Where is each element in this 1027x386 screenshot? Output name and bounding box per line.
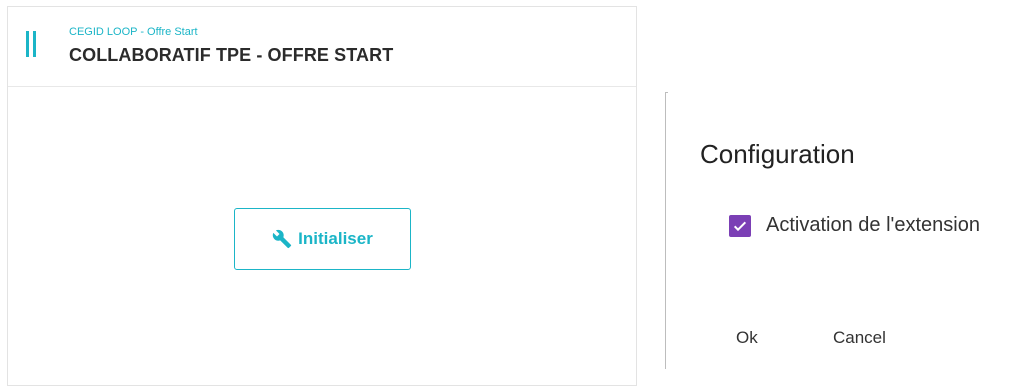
card-title: COLLABORATIF TPE - OFFRE START bbox=[69, 45, 394, 65]
app-card: CEGID LOOP - Offre Start COLLABORATIF TP… bbox=[7, 6, 637, 386]
extension-activation-label: Activation de l'extension bbox=[766, 214, 980, 236]
dialog-left-border bbox=[665, 92, 666, 369]
configuration-dialog: Configuration Activation de l'extension … bbox=[665, 92, 1027, 369]
initialiser-label: Initialiser bbox=[298, 229, 373, 248]
wrench-icon bbox=[272, 229, 292, 249]
dialog-top-corner bbox=[665, 92, 668, 93]
initialiser-button[interactable]: Initialiser bbox=[234, 208, 411, 270]
cancel-button[interactable]: Cancel bbox=[833, 328, 886, 348]
extension-activation-checkbox[interactable] bbox=[729, 214, 751, 237]
extension-activation-row[interactable]: Activation de l'extension bbox=[729, 214, 980, 237]
card-header: CEGID LOOP - Offre Start COLLABORATIF TP… bbox=[8, 7, 636, 87]
checkmark-icon bbox=[733, 221, 747, 231]
dialog-title: Configuration bbox=[700, 139, 855, 169]
ok-button[interactable]: Ok bbox=[736, 328, 758, 348]
card-subtitle: CEGID LOOP - Offre Start bbox=[69, 26, 198, 38]
vertical-bars-icon bbox=[26, 31, 36, 57]
